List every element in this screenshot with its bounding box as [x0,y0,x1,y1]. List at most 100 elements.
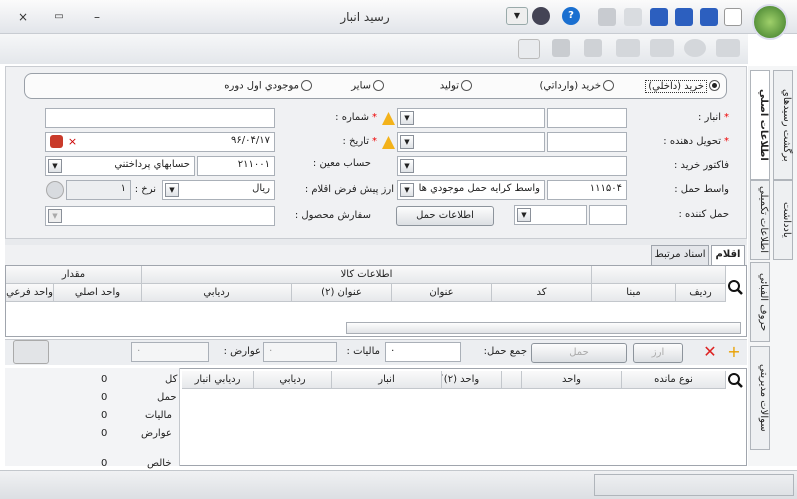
radio-production[interactable]: توليد [440,80,472,92]
tab-main-info[interactable]: اطلاعات اصلي [750,70,770,180]
carrier-code-input[interactable]: ۱۱۱۵۰۴ [547,180,627,200]
product-order-input[interactable] [45,206,275,226]
status-bar [0,470,797,499]
account-label: حساب معين : [312,158,371,169]
total-shipping-input[interactable]: ۰ [385,342,461,362]
radio-dot [301,80,312,91]
attach-icon[interactable] [584,39,602,57]
tax-input[interactable]: ۰ [263,342,337,362]
column-header[interactable]: رديابي انبار [182,371,254,389]
calculator-icon[interactable] [518,39,540,59]
help-icon[interactable]: ? [562,7,580,25]
radio-dot [709,80,720,91]
dropdown-arrow-icon[interactable]: ▼ [506,7,528,25]
currency-button[interactable]: ارز [633,343,683,363]
summary-value: 0 [101,374,108,385]
column-header[interactable]: كد [492,284,592,302]
invoice-input[interactable] [397,156,627,176]
deliverer-dropdown[interactable]: ▼ [400,135,414,149]
invoice-dropdown[interactable]: ▼ [400,159,414,173]
radio-dot [461,80,472,91]
radio-other[interactable]: ساير [351,80,384,92]
add-icon[interactable]: + [725,344,743,362]
summary-value: 0 [101,458,108,469]
minimize-button[interactable]: – [88,8,106,26]
app-logo-icon[interactable] [752,4,788,40]
save-as-icon[interactable] [675,8,693,26]
carrier-dropdown[interactable]: ▼ [400,183,414,197]
first-record-icon[interactable] [616,39,640,57]
rate-input[interactable]: ۱ [66,180,131,200]
duties-input[interactable]: ۰ [131,342,209,362]
tab-alphabetic[interactable]: حروف الفبائي [750,262,770,342]
wrench-icon[interactable] [532,7,550,25]
product-order-dropdown[interactable]: ▼ [48,209,62,223]
radio-dot [373,80,384,91]
tax-label: ماليات : [346,346,380,357]
column-header[interactable]: عنوان [392,284,492,302]
tab-notes[interactable]: يادداشت [773,180,793,260]
next-record-icon[interactable] [650,39,674,57]
account-name-input[interactable]: حسابهاي پرداختني [45,156,195,176]
column-header[interactable]: رديابي [142,284,292,302]
tab-related-docs[interactable]: اسناد مرتبط [651,245,709,265]
account-code-input[interactable]: ۲۱۱۰۰۱ [197,156,275,176]
restore-button[interactable]: ▭ [50,8,68,26]
tab-items[interactable]: اقلام [711,245,745,265]
column-group-quantity: مقدار [6,266,142,284]
radio-import-purchase[interactable]: خريد (وارداتي) [540,80,614,92]
column-header[interactable]: عنوان (۲) [292,284,392,302]
account-dropdown[interactable]: ▼ [48,159,62,173]
radio-label: خريد (داخلي) [645,79,707,93]
radio-opening-stock[interactable]: موجودي اول دوره [224,80,312,92]
summary-label: كل [165,374,178,385]
transporter-dropdown[interactable]: ▼ [517,208,531,222]
column-header[interactable]: نوع مانده [622,371,726,389]
warehouse-name-input[interactable] [397,108,545,128]
shipping-button[interactable]: حمل [531,343,627,363]
warehouse-code-input[interactable] [547,108,627,128]
deliverer-code-input[interactable] [547,132,627,152]
column-group-item-info: اطلاعات كالا [142,266,592,284]
transporter-code-input[interactable] [589,205,627,225]
date-input[interactable]: ۹۶/۰۴/۱۷ [45,132,275,152]
deliverer-label: *تحويل دهنده : [663,136,729,147]
column-header[interactable]: واحد فرعي [6,284,54,302]
shipping-info-button[interactable]: اطلاعات حمل [396,206,494,226]
search-icon[interactable] [726,278,744,296]
clear-icon[interactable]: × [66,135,79,148]
tab-management-questions[interactable]: سوالات مديريتي [750,346,770,450]
lock-document-icon[interactable] [552,39,570,57]
delete-icon[interactable] [684,39,706,57]
radio-internal-purchase[interactable]: خريد (داخلي) [645,79,720,93]
column-header[interactable]: انبار [332,371,442,389]
summary-label: ماليات [145,410,172,421]
new-document-icon[interactable] [724,8,742,26]
column-header[interactable]: واحد [522,371,622,389]
number-label: *شماره : [335,112,377,123]
edit-icon[interactable] [716,39,740,57]
close-button[interactable]: × [14,8,32,26]
horizontal-scrollbar[interactable] [346,322,741,334]
calendar-icon[interactable] [50,135,63,148]
deliverer-name-input[interactable] [397,132,545,152]
copy-icon[interactable] [624,8,642,26]
carrier-name-input[interactable]: واسط كرايه حمل موجودي ها [397,180,545,200]
number-input[interactable] [45,108,275,128]
invoice-label: فاكتور خريد : [673,160,729,171]
delete-row-icon[interactable]: ✕ [701,344,719,362]
warehouse-dropdown[interactable]: ▼ [400,111,414,125]
tab-extra-info[interactable]: اطلاعات تكميلي [750,180,770,260]
currency-dropdown[interactable]: ▼ [165,183,179,197]
save-close-icon[interactable] [700,8,718,26]
column-header[interactable]: مبنا [592,284,676,302]
column-header[interactable]: واحد اصلي [54,284,142,302]
column-header[interactable]: رديف [676,284,726,302]
save-icon[interactable] [650,8,668,26]
refresh-rate-icon[interactable] [46,181,64,199]
print-icon[interactable] [598,8,616,26]
search-icon[interactable] [726,371,744,389]
tab-returns[interactable]: برگشت رسيدهاي [773,70,793,180]
column-header[interactable]: رديابي [254,371,332,389]
magnify-add-icon[interactable] [13,340,49,364]
